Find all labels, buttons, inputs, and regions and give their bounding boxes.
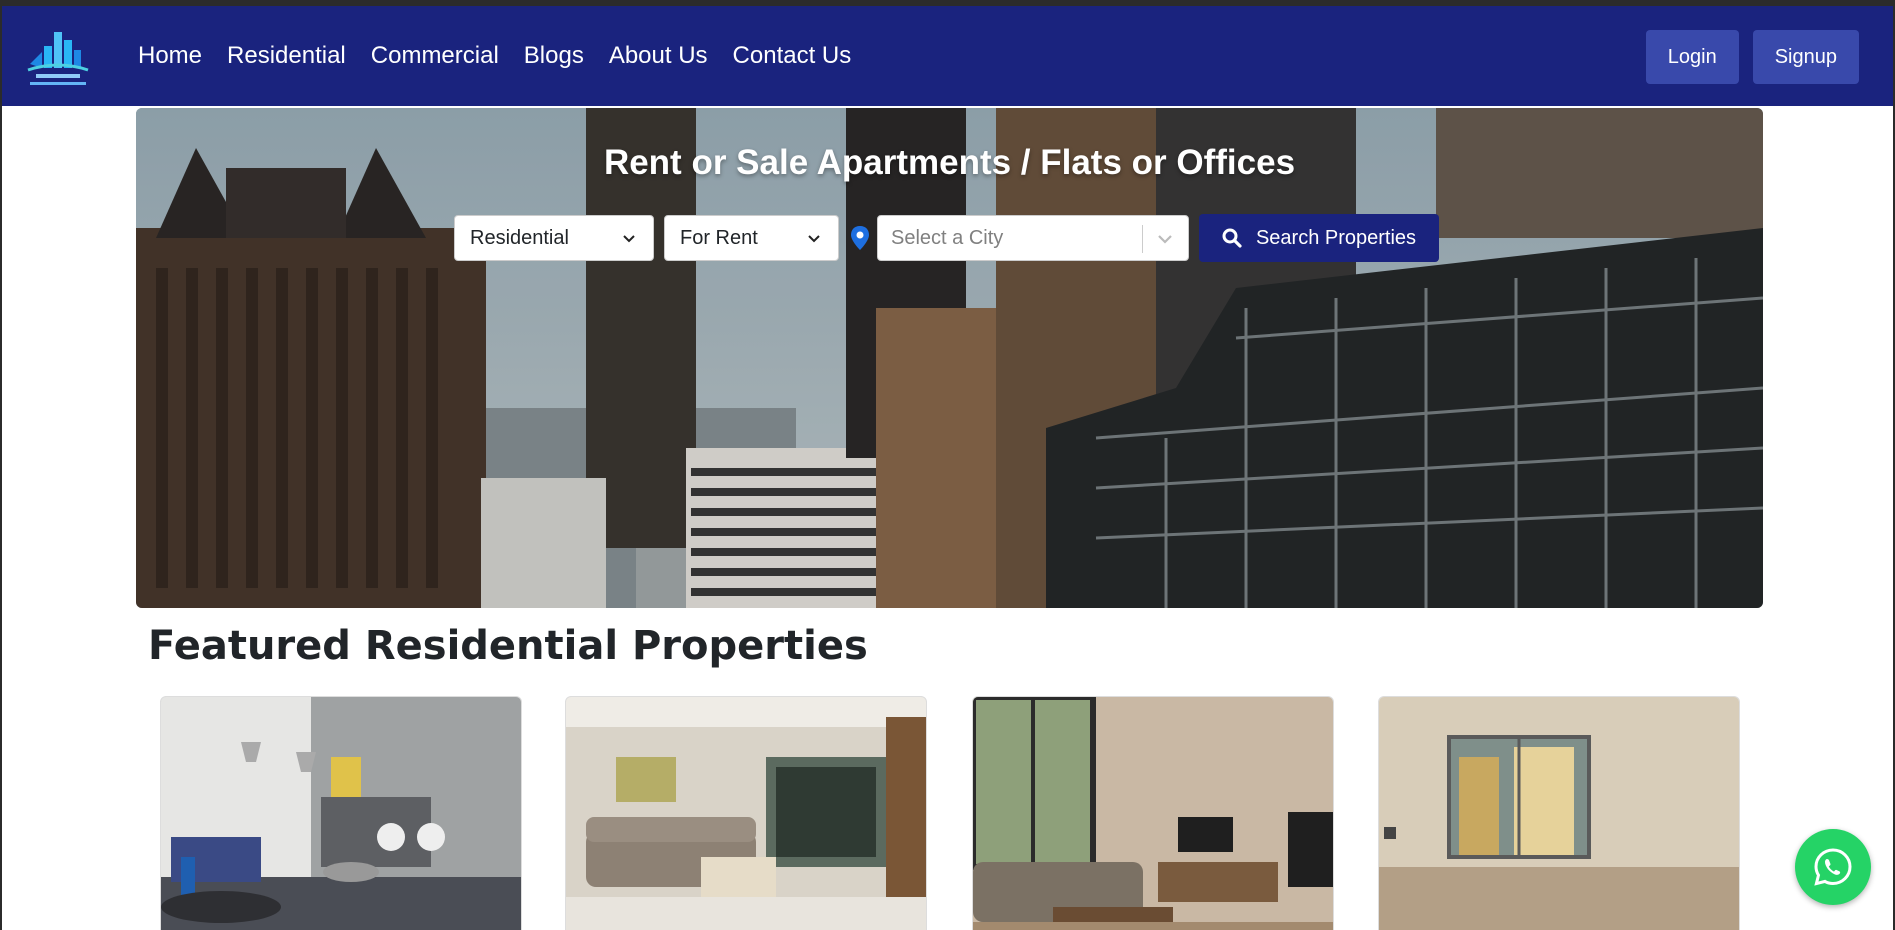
city-placeholder: Select a City (891, 226, 1004, 249)
nav-contact-us[interactable]: Contact Us (733, 42, 852, 70)
location-pin-icon (851, 226, 869, 250)
property-type-select[interactable]: Residential (454, 215, 654, 261)
hero-banner: Rent or Sale Apartments / Flats or Offic… (136, 108, 1763, 608)
whatsapp-button[interactable] (1795, 829, 1871, 905)
city-separator (1142, 225, 1143, 253)
real-estate-logo-icon[interactable] (22, 24, 94, 90)
living-room-sofa-photo (566, 697, 926, 930)
search-button-label: Search Properties (1255, 226, 1417, 249)
property-card[interactable] (972, 696, 1334, 930)
hero-title: Rent or Sale Apartments / Flats or Offic… (603, 143, 1296, 182)
listing-mode-select[interactable]: For Rent (664, 215, 839, 261)
property-card[interactable] (565, 696, 927, 930)
nav-blogs[interactable]: Blogs (524, 42, 584, 70)
chevron-down-icon[interactable] (1156, 230, 1174, 248)
search-bar: Residential For Rent Select a City Searc… (454, 214, 1439, 262)
auth-buttons: Login Signup (1645, 30, 1859, 84)
living-room-grey-photo (161, 697, 521, 930)
property-type-value: Residential (470, 226, 569, 249)
living-room-tv-photo (973, 697, 1333, 930)
empty-room-balcony-photo (1379, 697, 1739, 930)
login-button[interactable]: Login (1645, 30, 1739, 84)
nav-about-us[interactable]: About Us (609, 42, 708, 70)
city-select-input[interactable]: Select a City (877, 215, 1189, 261)
property-card[interactable] (160, 696, 522, 930)
chevron-down-icon (623, 235, 635, 243)
nav-home[interactable]: Home (138, 42, 202, 70)
nav-residential[interactable]: Residential (227, 42, 346, 70)
signup-button[interactable]: Signup (1752, 30, 1859, 84)
featured-title: Featured Residential Properties (148, 623, 868, 669)
listing-mode-value: For Rent (680, 226, 758, 249)
navbar: Home Residential Commercial Blogs About … (2, 6, 1893, 106)
search-icon (1222, 228, 1242, 248)
search-properties-button[interactable]: Search Properties (1199, 214, 1439, 262)
property-card[interactable] (1378, 696, 1740, 930)
whatsapp-icon (1814, 848, 1852, 886)
page: Home Residential Commercial Blogs About … (2, 6, 1893, 930)
city-skyline-image (136, 108, 1763, 608)
chevron-down-icon (808, 235, 820, 243)
nav-links: Home Residential Commercial Blogs About … (138, 6, 851, 106)
nav-commercial[interactable]: Commercial (371, 42, 499, 70)
